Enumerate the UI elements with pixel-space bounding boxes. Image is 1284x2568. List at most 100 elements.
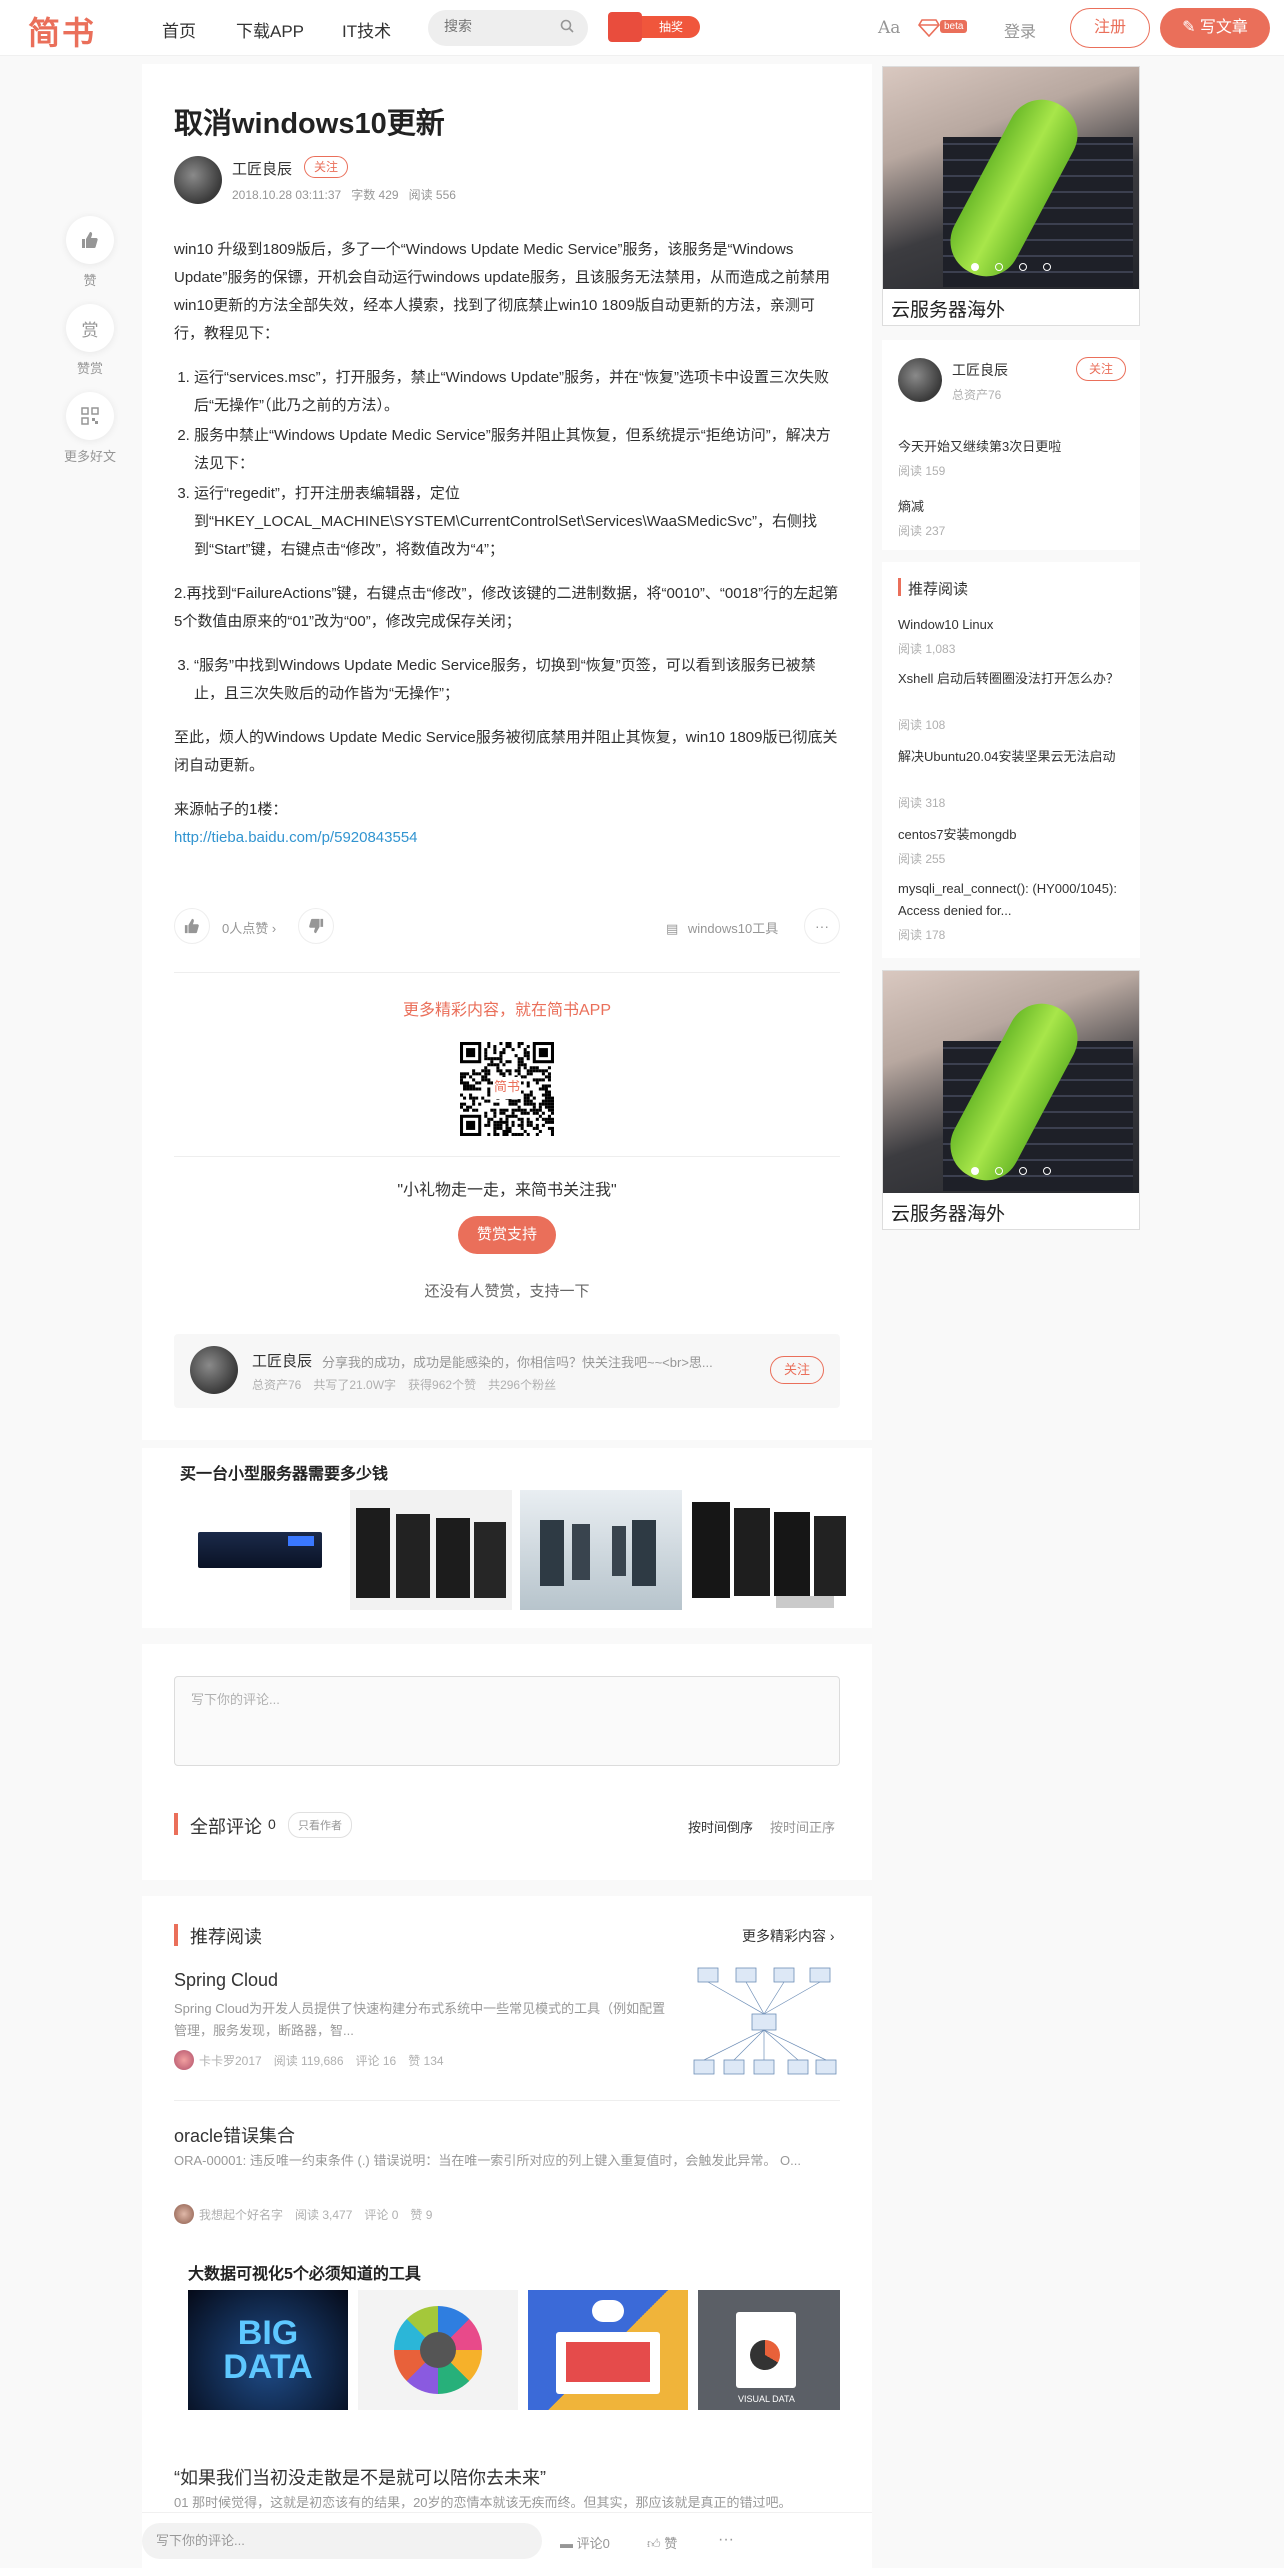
sidebar-post-reads: 阅读 237 [898, 524, 946, 538]
sidebar-post-title[interactable]: 今天开始又继续第3次日更啦 [898, 436, 1126, 458]
search-icon[interactable] [560, 19, 574, 33]
reward-icon: 赏 [66, 304, 114, 352]
sidebar-post-reads: 阅读 159 [898, 464, 946, 478]
divider [174, 972, 840, 973]
author-stats: 总资产76 共写了21.0W字 获得962个赞 共296个粉丝 [252, 1376, 556, 1393]
ad-image-visual-data[interactable]: VISUAL DATA [698, 2290, 840, 2410]
thumbs-down-icon [309, 918, 324, 934]
collection-tag[interactable]: ▤ windows10工具 [666, 918, 778, 937]
app-promo-text[interactable]: 更多精彩内容，就在简书APP [174, 996, 840, 1020]
rec-author[interactable]: 我想起个好名字 [199, 2206, 283, 2223]
thumbs-up-icon [66, 216, 114, 264]
sort-asc-button[interactable]: 按时间正序 [770, 1817, 835, 1836]
rec-author[interactable]: 卡卡罗2017 [199, 2052, 262, 2069]
source-label: 来源帖子的1楼： [174, 801, 288, 818]
top-navbar: 简书 首页 下载APP IT技术 抽奖 Aa beta 登录 注册 ✎ 写文章 [0, 0, 1284, 56]
jianshu-logo[interactable]: 简书 [28, 8, 96, 54]
author-name[interactable]: 工匠良辰 [232, 158, 292, 179]
author-avatar[interactable] [190, 1346, 238, 1394]
sidebar-ad[interactable]: 云服务器海外 [882, 970, 1140, 1230]
float-like[interactable]: 赞 [66, 216, 114, 289]
rec-comments: 评论 0 [364, 2207, 399, 2222]
ad-title[interactable]: 买一台小型服务器需要多少钱 [180, 1460, 388, 1484]
sidebar-rec-title[interactable]: Window10 Linux [898, 614, 1126, 636]
red-envelope-icon [608, 12, 642, 42]
avatar[interactable] [174, 2050, 194, 2070]
pen-icon: ✎ [1182, 19, 1200, 36]
rec-item-desc: 01 那时候觉得，这就是初恋该有的结果，20岁的恋情本就该无疾而终。但其实，那应… [174, 2495, 792, 2510]
bottom-comments-button[interactable]: ▬ 评论0 [560, 2533, 610, 2552]
rec-item-title[interactable]: oracle错误集合 [174, 2122, 295, 2148]
bottom-more-button[interactable]: ··· [718, 2531, 734, 2549]
ad-title[interactable]: 大数据可视化5个必须知道的工具 [188, 2260, 421, 2284]
login-link[interactable]: 登录 [1004, 18, 1036, 42]
nav-it-tech[interactable]: IT技术 [342, 17, 391, 42]
like-count[interactable]: 0人点赞 › [222, 918, 276, 937]
list-item: 运行“services.msc”，打开服务，禁止“Windows Update”… [194, 364, 840, 420]
more-content-link[interactable]: 更多精彩内容 › [742, 1926, 835, 1946]
sidebar-post-title[interactable]: 熵减 [898, 496, 1126, 518]
article-body: win10 升级到1809版后，多了一个“Windows Update Medi… [174, 236, 840, 852]
sidebar-rec-title[interactable]: 解决Ubuntu20.04安装坚果云无法启动 [898, 746, 1126, 768]
nav-home[interactable]: 首页 [162, 17, 196, 42]
rec-item-title[interactable]: Spring Cloud [174, 1970, 278, 1991]
publish-date: 2018.10.28 03:11:37 [232, 188, 342, 202]
ad-image-big-data[interactable]: BIG DATA [188, 2290, 348, 2410]
beta-badge[interactable]: beta [918, 16, 968, 40]
rec-likes: 赞 9 [410, 2207, 433, 2222]
bottom-comment-input[interactable]: 写下你的评论... [142, 2523, 542, 2559]
nav-download-app[interactable]: 下载APP [236, 17, 304, 42]
rec-item-desc: Spring Cloud为开发人员提供了快速构建分布式系统中一些常见模式的工具（… [174, 2001, 666, 2038]
float-more-articles[interactable]: 更多好文 [64, 392, 116, 465]
sort-desc-button[interactable]: 按时间倒序 [688, 1817, 753, 1836]
rec-item-thumbnail[interactable] [690, 1962, 840, 2082]
comment-input[interactable]: 写下你的评论... [174, 1676, 840, 1766]
reward-button[interactable]: 赞赏支持 [458, 1216, 556, 1254]
sidebar-author-name[interactable]: 工匠良辰 [952, 360, 1008, 380]
search-input[interactable] [444, 18, 554, 34]
sidebar-recommend-title: 推荐阅读 [908, 581, 969, 598]
sidebar-rec-reads: 阅读 318 [898, 796, 946, 810]
sidebar-author-assets: 总资产76 [952, 388, 1002, 402]
ad-image-servers[interactable] [350, 1490, 512, 1610]
article-title: 取消windows10更新 [174, 108, 445, 140]
author-fans: 共296个粉丝 [488, 1378, 557, 1392]
follow-button[interactable]: 关注 [304, 156, 348, 178]
article-meta: 2018.10.28 03:11:37 字数 429 阅读 556 [232, 186, 466, 203]
sidebar-rec-title[interactable]: mysqli_real_connect(): (HY000/1045): Acc… [898, 878, 1126, 922]
source-link[interactable]: http://tieba.baidu.com/p/5920843554 [174, 829, 418, 846]
dislike-button[interactable] [298, 908, 334, 944]
beta-label: beta [940, 20, 968, 33]
write-article-button[interactable]: ✎ 写文章 [1160, 8, 1270, 48]
qrcode-icon [66, 392, 114, 440]
font-size-toggle[interactable]: Aa [878, 18, 900, 38]
lottery-banner[interactable]: 抽奖 [608, 8, 704, 44]
avatar[interactable] [174, 2204, 194, 2224]
bottom-like-button[interactable]: 👍︎ 赞 [647, 2533, 677, 2552]
rec-likes: 赞 134 [408, 2053, 444, 2068]
more-options-button[interactable]: ··· [804, 908, 840, 944]
ad-image-erp-wheel[interactable] [358, 2290, 518, 2410]
sidebar-rec-title[interactable]: Xshell 启动后转圈圈没法打开怎么办？ [898, 668, 1126, 690]
ad-image-server-rack[interactable] [180, 1490, 342, 1610]
ad-image-servers-2[interactable] [690, 1490, 846, 1610]
sidebar-follow-button[interactable]: 关注 [1076, 357, 1126, 381]
author-likes: 获得962个赞 [408, 1378, 477, 1392]
rec-item-title[interactable]: “如果我们当初没走散是不是就可以陪你去未来” [174, 2464, 546, 2490]
ad-image-cloud-upload[interactable] [528, 2290, 688, 2410]
comments-count: 0 [268, 1816, 276, 1832]
author-avatar[interactable] [174, 156, 222, 204]
author-assets: 总资产76 [252, 1378, 302, 1392]
register-button[interactable]: 注册 [1070, 8, 1150, 48]
section-bar [174, 1813, 178, 1835]
sidebar-ad[interactable]: 云服务器海外 [882, 66, 1140, 326]
author-box-name[interactable]: 工匠良辰 [252, 1350, 312, 1371]
author-avatar[interactable] [898, 358, 942, 402]
ad-image-datacenter[interactable] [520, 1490, 682, 1610]
author-only-toggle[interactable]: 只看作者 [288, 1812, 352, 1838]
author-box-follow-button[interactable]: 关注 [770, 1356, 824, 1384]
sidebar-rec-title[interactable]: centos7安装mongdb [898, 824, 1126, 846]
like-button[interactable] [174, 908, 210, 944]
float-reward[interactable]: 赏 赞赏 [66, 304, 114, 377]
like-count-label: 0人点赞 [222, 921, 269, 936]
